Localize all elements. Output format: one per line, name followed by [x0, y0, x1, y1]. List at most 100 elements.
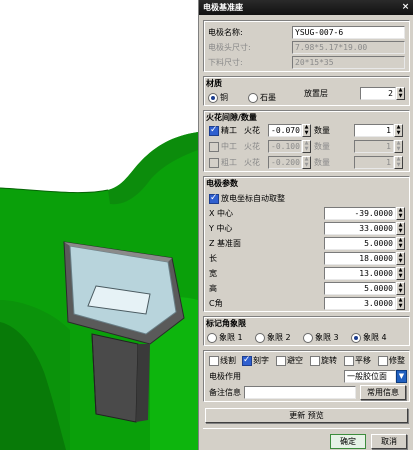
electrode-stem-front: [91, 333, 139, 423]
ok-button[interactable]: 确定: [330, 434, 366, 449]
clearance-checkbox[interactable]: [276, 356, 286, 366]
y-center-label: Y 中心: [209, 224, 233, 233]
quadrant-4-label: 象限 4: [363, 333, 387, 342]
usage-label: 电极作用: [209, 372, 241, 381]
quadrant-header: 标记角象限: [206, 319, 246, 328]
x-center-label: X 中心: [209, 209, 234, 218]
semi-finish-gap-input: -0.100: [268, 140, 302, 153]
electrode-name-input[interactable]: YSUG-007-6: [292, 26, 405, 39]
usage-select[interactable]: 一般胶位面: [344, 370, 396, 383]
length-input[interactable]: 18.0000: [324, 252, 396, 265]
quadrant-3-radio[interactable]: [303, 333, 313, 343]
dialog-titlebar[interactable]: 电极基准座 ×: [199, 0, 413, 15]
dialog-title: 电极基准座: [203, 3, 243, 12]
translate-label: 平移: [355, 356, 371, 365]
electrode-params-group: 电极参数 放电坐标自动取整 X 中心 -39.0000 ▲▼ Y 中心 33.0…: [203, 176, 410, 312]
auto-adjust-checkbox[interactable]: [209, 193, 219, 204]
z-base-label: Z 基准面: [209, 239, 242, 248]
electrode-stem-side: [136, 344, 150, 422]
note-input[interactable]: [244, 386, 356, 399]
semi-finish-qty-input: 1: [354, 140, 394, 153]
semi-qty-label: 数量: [314, 142, 330, 151]
quadrant-1-radio[interactable]: [207, 333, 217, 343]
semi-spark-label: 火花: [244, 142, 260, 151]
translate-checkbox[interactable]: [344, 356, 354, 366]
electrode-base-dialog: 电极基准座 × 电极名称: YSUG-007-6 电极头尺寸: 7.98*5.1…: [198, 0, 413, 450]
quadrant-4-radio[interactable]: [351, 333, 361, 343]
finish-gap-spinner[interactable]: ▲ ▼: [302, 124, 311, 137]
note-label: 备注信息: [209, 388, 241, 397]
rotate-checkbox[interactable]: [310, 356, 320, 366]
3d-viewport[interactable]: [0, 0, 198, 450]
finish-spark-label: 火花: [244, 126, 260, 135]
quadrant-2-label: 象限 2: [267, 333, 291, 342]
rough-qty-label: 数量: [314, 158, 330, 167]
engrave-checkbox[interactable]: [242, 355, 252, 366]
rough-gap-spinner: ▲ ▼: [302, 156, 311, 169]
rough-spark-label: 火花: [244, 158, 260, 167]
layer-spinner[interactable]: ▲ ▼: [396, 87, 405, 100]
length-label: 长: [209, 254, 217, 263]
layer-label: 放置层: [304, 89, 328, 98]
stock-size-label: 下料尺寸:: [208, 58, 243, 67]
trim-checkbox[interactable]: [378, 356, 388, 366]
x-center-spinner[interactable]: ▲ ▼: [396, 207, 405, 220]
width-spinner[interactable]: ▲ ▼: [396, 267, 405, 280]
finish-checkbox[interactable]: [209, 125, 219, 136]
rough-label: 粗工: [221, 158, 237, 167]
stock-size-field: 20*15*35: [292, 56, 405, 69]
quadrant-3-label: 象限 3: [315, 333, 339, 342]
finish-gap-input[interactable]: -0.070: [268, 124, 302, 137]
chevron-down-icon[interactable]: ▼: [396, 370, 407, 383]
model-render: [0, 132, 198, 450]
update-preview-button[interactable]: 更新 预览: [205, 408, 408, 423]
height-spinner[interactable]: ▲ ▼: [396, 282, 405, 295]
length-spinner[interactable]: ▲ ▼: [396, 252, 405, 265]
z-base-input[interactable]: 5.0000: [324, 237, 396, 250]
close-icon[interactable]: ×: [400, 2, 411, 13]
y-center-input[interactable]: 33.0000: [324, 222, 396, 235]
rough-checkbox[interactable]: [209, 158, 219, 168]
finish-qty-input[interactable]: 1: [354, 124, 394, 137]
cancel-button[interactable]: 取消: [371, 434, 407, 449]
semi-qty-spinner: ▲ ▼: [394, 140, 403, 153]
finish-qty-spinner[interactable]: ▲ ▼: [394, 124, 403, 137]
material-radio-copper[interactable]: [208, 93, 218, 103]
x-center-input[interactable]: -39.0000: [324, 207, 396, 220]
info-group: 电极名称: YSUG-007-6 电极头尺寸: 7.98*5.17*19.00 …: [203, 20, 410, 72]
finish-qty-label: 数量: [314, 126, 330, 135]
head-size-label: 电极头尺寸:: [208, 43, 251, 52]
finish-label: 精工: [221, 126, 237, 135]
material-radio-graphite[interactable]: [248, 93, 258, 103]
quadrant-2-radio[interactable]: [255, 333, 265, 343]
chamfer-input[interactable]: 3.0000: [324, 297, 396, 310]
material-group: 材质 铜 石墨 放置层 2 ▲ ▼: [203, 76, 410, 106]
z-base-spinner[interactable]: ▲ ▼: [396, 237, 405, 250]
options-group: 线割 刻字 避空 旋转 平移 修整 电极作用 一般胶位面 ▼ 备注信息 常用信息: [203, 350, 410, 402]
height-label: 高: [209, 284, 217, 293]
common-info-button[interactable]: 常用信息: [360, 385, 406, 400]
y-center-spinner[interactable]: ▲ ▼: [396, 222, 405, 235]
clearance-label: 避空: [287, 356, 303, 365]
auto-adjust-label: 放电坐标自动取整: [221, 194, 285, 203]
electrode-name-label: 电极名称:: [208, 28, 243, 37]
quadrant-group: 标记角象限 象限 1 象限 2 象限 3 象限 4: [203, 316, 410, 346]
quadrant-1-label: 象限 1: [219, 333, 243, 342]
rough-gap-input: -0.200: [268, 156, 302, 169]
rough-qty-spinner: ▲ ▼: [394, 156, 403, 169]
wire-cut-checkbox[interactable]: [209, 356, 219, 366]
material-header: 材质: [206, 79, 222, 88]
engrave-label: 刻字: [253, 356, 269, 365]
chamfer-spinner[interactable]: ▲ ▼: [396, 297, 405, 310]
spark-gap-group: 火花间隙/数量 精工 火花 -0.070 ▲▼ 数量 1 ▲▼ 中工 火花 -0…: [203, 110, 410, 172]
semi-finish-label: 中工: [221, 142, 237, 151]
width-label: 宽: [209, 269, 217, 278]
spark-gap-header: 火花间隙/数量: [206, 113, 257, 122]
rough-qty-input: 1: [354, 156, 394, 169]
height-input[interactable]: 5.0000: [324, 282, 396, 295]
width-input[interactable]: 13.0000: [324, 267, 396, 280]
layer-input[interactable]: 2: [360, 87, 396, 100]
material-graphite-label: 石墨: [260, 93, 276, 102]
head-size-field: 7.98*5.17*19.00: [292, 41, 405, 54]
semi-finish-checkbox[interactable]: [209, 142, 219, 152]
